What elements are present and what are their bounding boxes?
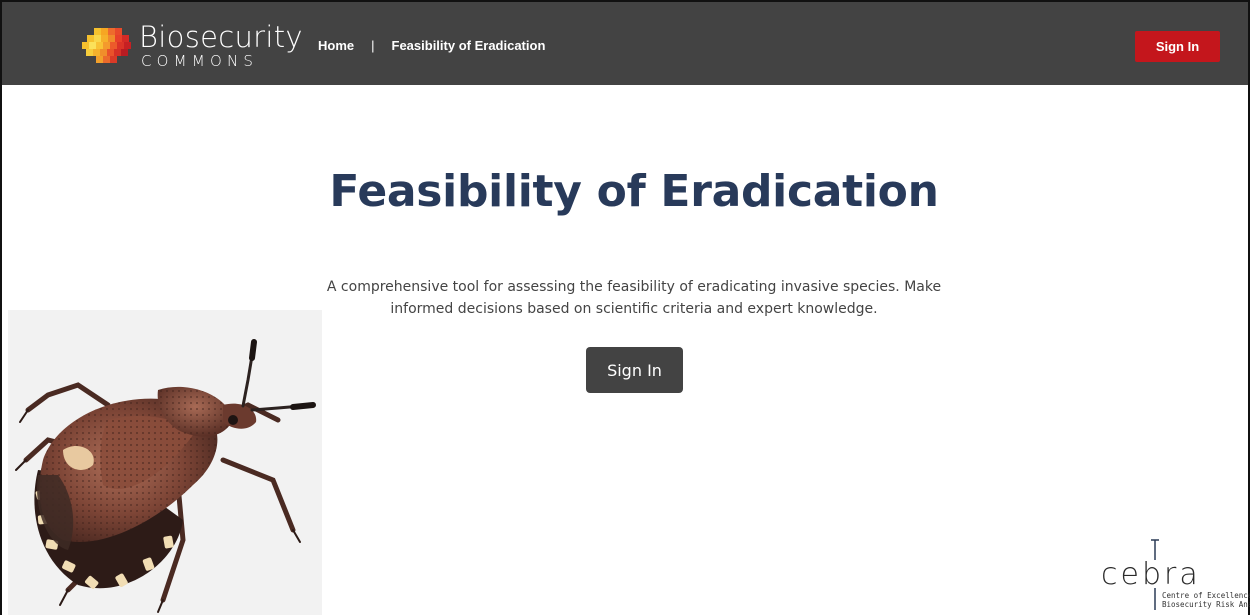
cebra-subtitle: Centre of Excellence for Biosecurity Ris… bbox=[1162, 591, 1250, 609]
page-title: Feasibility of Eradication bbox=[329, 166, 939, 217]
logo-mark-icon bbox=[82, 28, 131, 63]
navbar: Biosecurity COMMONS Home | Feasibility o… bbox=[2, 2, 1248, 85]
nav-link-feasibility[interactable]: Feasibility of Eradication bbox=[392, 38, 546, 53]
hero-sign-in-button[interactable]: Sign In bbox=[586, 347, 683, 393]
logo-word-commons: COMMONS bbox=[141, 52, 259, 70]
stink-bug-icon bbox=[15, 339, 316, 613]
navbar-sign-in-button[interactable]: Sign In bbox=[1135, 31, 1220, 62]
nav-link-home[interactable]: Home bbox=[318, 38, 354, 53]
biosecurity-commons-logo[interactable]: Biosecurity COMMONS bbox=[82, 20, 303, 70]
logo-word-biosecurity: Biosecurity bbox=[139, 20, 303, 54]
cebra-wordmark: cebra bbox=[1101, 557, 1201, 592]
hero-description: A comprehensive tool for assessing the f… bbox=[326, 279, 942, 317]
cebra-subtitle-line2: Biosecurity Risk Analysis bbox=[1162, 600, 1250, 609]
cebra-subtitle-line1: Centre of Excellence for bbox=[1162, 591, 1250, 600]
illustration-panel bbox=[8, 310, 322, 615]
nav-links: Home | Feasibility of Eradication bbox=[318, 38, 545, 53]
cebra-logo: cebra Centre of Excellence for Biosecuri… bbox=[1098, 538, 1250, 615]
nav-separator: | bbox=[371, 38, 375, 53]
